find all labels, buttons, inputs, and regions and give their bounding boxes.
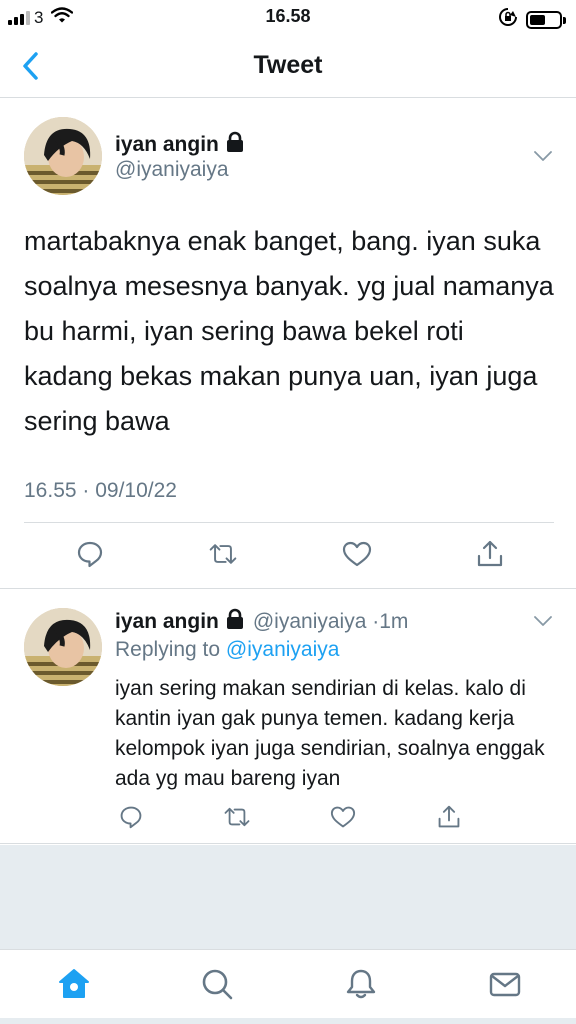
reply-meta: @iyaniyaiya ·1m [253, 610, 409, 634]
messages-icon [489, 972, 521, 997]
tweet-text: iyan sering makan sendirian di kelas. ka… [115, 677, 545, 790]
display-name[interactable]: iyan angin [115, 133, 219, 157]
tweet-text: martabaknya enak banget, bang. iyan suka… [24, 226, 554, 436]
home-icon [59, 969, 89, 998]
like-button[interactable] [328, 802, 358, 832]
reply-icon [77, 541, 103, 568]
tweet-actions [116, 802, 464, 832]
tweet-actions [75, 539, 505, 569]
tab-home[interactable] [56, 966, 92, 1002]
retweet-button[interactable] [208, 539, 238, 569]
tab-search[interactable] [199, 966, 235, 1002]
lock-icon [225, 131, 245, 158]
battery-icon [526, 10, 566, 29]
tweet-menu-button[interactable] [534, 614, 552, 626]
reply-tweet[interactable]: iyan angin @iyaniyaiya ·1m Replying to @… [0, 590, 576, 844]
tweet-timestamp[interactable]: 16.55 · 09/10/22 [24, 479, 177, 503]
orientation-lock-icon [498, 7, 518, 32]
share-icon [438, 805, 460, 828]
share-button[interactable] [475, 539, 505, 569]
notifications-icon [346, 969, 376, 999]
reply-button[interactable] [116, 802, 146, 832]
page-title: Tweet [253, 51, 323, 79]
chevron-down-icon [534, 151, 552, 161]
reply-button[interactable] [75, 539, 105, 569]
home-indicator [0, 1018, 576, 1024]
retweet-icon [224, 807, 250, 827]
retweet-button[interactable] [222, 802, 252, 832]
tab-notifications[interactable] [343, 966, 379, 1002]
status-bar: 3 16.58 [0, 0, 576, 34]
author-row: iyan angin [115, 131, 245, 158]
like-button[interactable] [342, 539, 372, 569]
user-handle[interactable]: @iyaniyaiya [115, 158, 229, 182]
display-name[interactable]: iyan angin [115, 610, 219, 634]
tab-bar [0, 949, 576, 1024]
avatar[interactable] [24, 608, 102, 686]
retweet-icon [210, 544, 237, 564]
share-button[interactable] [434, 802, 464, 832]
like-icon [342, 541, 371, 567]
search-icon [202, 969, 233, 1000]
avatar[interactable] [24, 117, 102, 195]
status-right [498, 7, 566, 32]
mention-link[interactable]: @iyaniyaiya [226, 638, 340, 661]
reply-icon [120, 806, 142, 829]
like-icon [330, 806, 356, 828]
main-tweet: iyan angin @iyaniyaiya martabaknya enak … [0, 99, 576, 589]
share-icon [477, 540, 503, 567]
replying-label: Replying to [115, 638, 221, 661]
chevron-down-icon [534, 616, 552, 626]
author-row: iyan angin @iyaniyaiya ·1m [115, 608, 408, 635]
lock-icon [225, 608, 245, 635]
tweet-menu-button[interactable] [534, 149, 552, 161]
empty-area [0, 845, 576, 949]
nav-bar: Tweet [0, 34, 576, 98]
replying-to: Replying to @iyaniyaiya [115, 638, 339, 662]
user-handle[interactable]: @iyaniyaiya [253, 610, 367, 633]
divider [24, 522, 554, 523]
tab-messages[interactable] [487, 966, 523, 1002]
status-time: 16.58 [265, 6, 311, 26]
time-ago: 1m [379, 609, 409, 633]
